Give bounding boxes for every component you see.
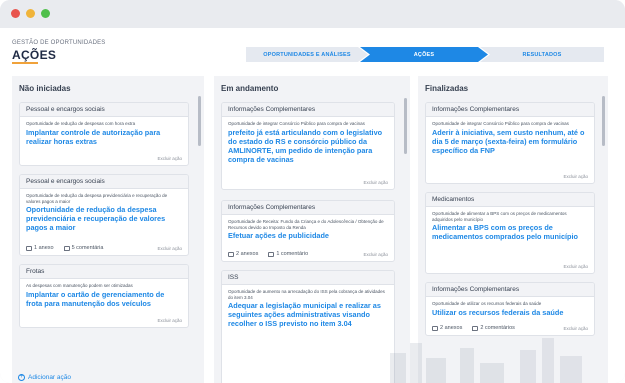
card-category: Informações Complementares [222,201,394,215]
column-title: Em andamento [221,84,279,93]
card-description: Oportunidade de redução de despesas com … [26,121,136,126]
attachment-count[interactable]: 1 anexo [34,245,54,251]
window-titlebar [0,0,625,28]
column-title: Finalizadas [425,84,469,93]
card-description: Oportunidade de Receita: Fundo da Crianç… [228,219,384,230]
delete-action-link[interactable]: Excluir ação [157,318,182,323]
card-description: Oportunidade de integrar Consórcio Públi… [432,121,569,126]
card-category: Frotas [20,265,188,279]
card-description: Oportunidade de integrar Consórcio Públi… [228,121,365,126]
delete-action-link[interactable]: Excluir ação [563,264,588,269]
delete-action-link[interactable]: Excluir ação [157,246,182,251]
action-card[interactable]: Frotas As despesas com manutenção podem … [19,264,189,328]
plus-icon: + [18,374,25,381]
card-category: ISS [222,271,394,285]
card-title-link[interactable]: Alimentar a BPS com os preços de medicam… [426,222,594,241]
action-card[interactable]: Informações Complementares Oportunidade … [425,102,595,184]
comment-count[interactable]: 5 comentária [72,245,104,251]
card-title-link[interactable]: prefeito já está articulando com o legis… [222,127,394,164]
card-category: Pessoal e encargos sociais [20,175,188,189]
card-title-link[interactable]: Adequar a legislação municipal e realiza… [222,300,394,328]
card-title-link[interactable]: Oportunidade de redução da despesa previ… [20,204,188,232]
card-category: Informações Complementares [222,103,394,117]
comment-icon [268,251,275,257]
delete-action-link[interactable]: Excluir ação [563,174,588,179]
card-meta: 1 anexo 5 comentária [26,245,103,251]
action-card[interactable]: Medicamentos Oportunidade de alimentar a… [425,192,595,274]
action-card[interactable]: Informações Complementares Oportunidade … [221,102,395,190]
card-title-link[interactable]: Utilizar os recursos federais da saúde [426,307,594,317]
card-description: Oportunidade de redução da despesa previ… [26,193,168,204]
attachment-icon [228,251,234,257]
step-acoes[interactable]: AÇÕES [360,47,488,62]
page-title: AÇÕES [12,48,57,62]
column-title: Não iniciadas [19,84,71,93]
column-scrollbar[interactable] [404,98,407,154]
breadcrumb[interactable]: GESTÃO DE OPORTUNIDADES [12,40,106,46]
card-title-link[interactable]: Implantar controle de autorização para r… [20,127,188,146]
browser-window: GESTÃO DE OPORTUNIDADES AÇÕES OPORTUNIDA… [0,0,625,383]
card-category: Informações Complementares [426,283,594,297]
attachment-count[interactable]: 2 anexos [236,251,258,257]
action-card[interactable]: Pessoal e encargos sociais Oportunidade … [19,174,189,256]
title-underline [12,62,38,64]
close-window-button[interactable] [11,9,20,18]
action-card[interactable]: Pessoal e encargos sociais Oportunidade … [19,102,189,166]
column-scrollbar[interactable] [602,96,605,146]
add-action-button[interactable]: + Adicionar ação [18,374,71,381]
page-content: GESTÃO DE OPORTUNIDADES AÇÕES OPORTUNIDA… [0,28,625,383]
city-skyline-decoration [390,338,582,383]
comment-count[interactable]: 1 comentário [276,251,308,257]
column-nao-iniciadas: Não iniciadas Pessoal e encargos sociais… [12,76,204,383]
step-oportunidades[interactable]: OPORTUNIDADES E ANÁLISES [246,47,368,62]
card-title-link[interactable]: Implantar o cartão de gerenciamento de f… [20,289,188,308]
card-category: Medicamentos [426,193,594,207]
progress-steps: OPORTUNIDADES E ANÁLISES AÇÕES RESULTADO… [246,47,604,62]
card-meta: 2 anexos 1 comentário [228,251,308,257]
column-scrollbar[interactable] [198,96,201,146]
delete-action-link[interactable]: Excluir ação [157,156,182,161]
attachment-icon [26,245,32,251]
card-description: As despesas com manutenção podem ser oti… [26,283,133,288]
card-category: Informações Complementares [426,103,594,117]
card-title-link[interactable]: Aderir à iniciativa, sem custo nenhum, a… [426,127,594,155]
maximize-window-button[interactable] [41,9,50,18]
card-description: Oportunidade de alimentar a BPS com os p… [432,211,567,222]
add-action-label: Adicionar ação [28,374,71,381]
minimize-window-button[interactable] [26,9,35,18]
comment-icon [63,245,70,251]
delete-action-link[interactable]: Excluir ação [363,180,388,185]
card-description: Oportunidade de aumento na arrecadação d… [228,289,385,300]
card-category: Pessoal e encargos sociais [20,103,188,117]
delete-action-link[interactable]: Excluir ação [363,252,388,257]
card-description: Oportunidade de utilizar os recursos fed… [432,301,542,306]
step-resultados[interactable]: RESULTADOS [480,47,604,62]
action-card[interactable]: Informações Complementares Oportunidade … [221,200,395,262]
card-title-link[interactable]: Efetuar ações de publicidade [222,230,394,240]
action-card[interactable]: ISS Oportunidade de aumento na arrecadaç… [221,270,395,383]
